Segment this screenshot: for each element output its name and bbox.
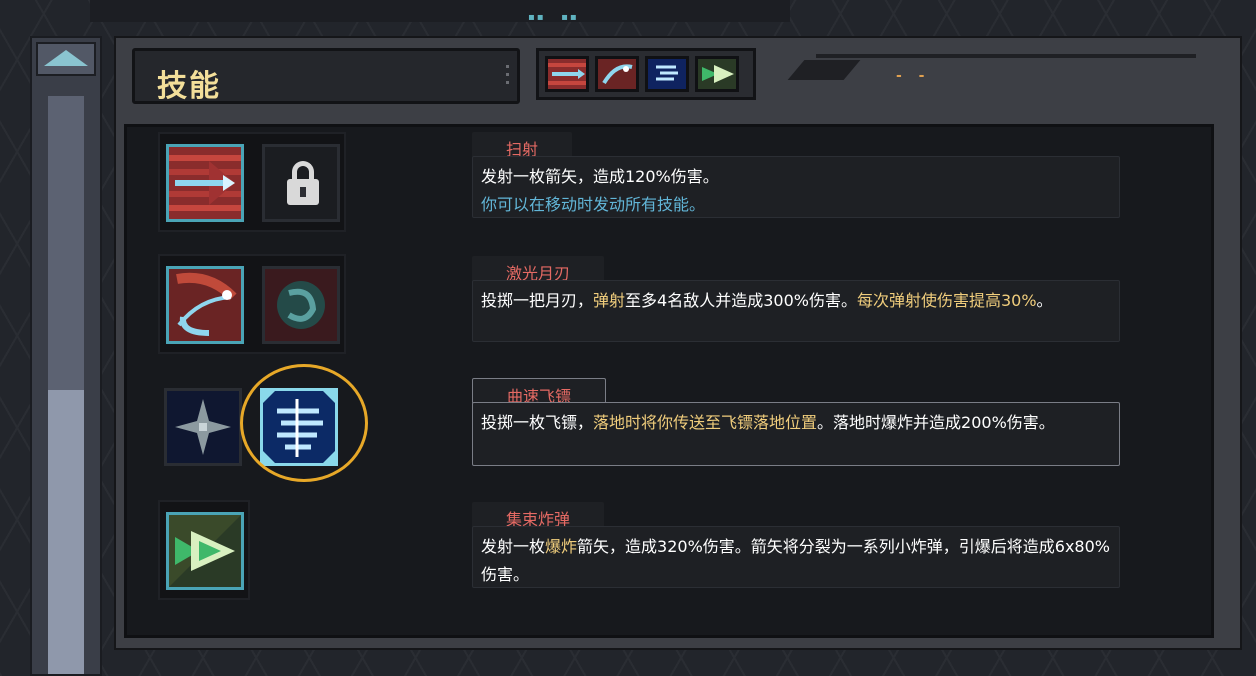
triangle-up-icon bbox=[44, 50, 88, 66]
cluster-bomb-icon bbox=[698, 59, 736, 89]
skill-variants-2 bbox=[158, 254, 346, 354]
skill-name-4: 集束炸弹 bbox=[472, 502, 605, 529]
vortex-icon bbox=[265, 269, 337, 341]
skill-note-1: 你可以在移动时发动所有技能。 bbox=[481, 195, 706, 214]
arrow-volley-icon bbox=[169, 147, 241, 219]
arrow-volley-icon bbox=[548, 59, 586, 89]
tab-cluster-bomb[interactable] bbox=[695, 56, 739, 92]
skill-desc-text-1: 发射一枚箭矢，造成120%伤害。 你可以在移动时发动所有技能。 bbox=[481, 163, 1111, 219]
skill-desc-2-highlight-2: 每次弹射使伤害提高30% bbox=[856, 291, 1037, 310]
tab-crescent-blade[interactable] bbox=[595, 56, 639, 92]
title-box-dots bbox=[506, 65, 509, 68]
skill-variants-4 bbox=[158, 500, 250, 600]
skill-name-1: 扫射 bbox=[472, 132, 573, 159]
status-dots: ▪▪ ▪▪ bbox=[528, 12, 579, 23]
skill-desc-4-highlight: 爆炸 bbox=[545, 537, 578, 556]
spiral-shuriken-icon bbox=[648, 59, 686, 89]
scroll-thumb[interactable] bbox=[48, 390, 84, 674]
page-title: 技能 bbox=[157, 69, 221, 104]
skill-icon-starburst[interactable] bbox=[164, 388, 242, 466]
top-status-strip: ▪▪ ▪▪ bbox=[90, 0, 790, 23]
vertical-scrollbar[interactable] bbox=[30, 36, 102, 676]
decor-slash bbox=[787, 60, 861, 80]
skill-tab-bar bbox=[536, 48, 756, 100]
skill-desc-4-a: 发射一枚 bbox=[481, 537, 546, 556]
skill-icon-locked[interactable] bbox=[262, 144, 340, 222]
selection-ring bbox=[240, 364, 368, 482]
skill-desc-3: 投掷一枚飞镖，落地时将你传送至飞镖落地位置。落地时爆炸并造成200%伤害。 bbox=[472, 402, 1120, 466]
skill-desc-2: 投掷一把月刃，弹射至多4名敌人并造成300%伤害。每次弹射使伤害提高30%。 bbox=[472, 280, 1120, 342]
skill-desc-2-c: 。 bbox=[1036, 291, 1053, 310]
starburst-icon bbox=[167, 391, 239, 463]
crescent-blade-icon bbox=[169, 269, 241, 341]
tab-arrow-volley[interactable] bbox=[545, 56, 589, 92]
skill-variants-1 bbox=[158, 132, 346, 232]
skill-name-3: 曲速飞镖 bbox=[472, 378, 607, 406]
skill-desc-line-1: 发射一枚箭矢，造成120%伤害。 bbox=[481, 167, 719, 186]
crescent-blade-icon bbox=[598, 59, 636, 89]
header-decoration: - - bbox=[776, 42, 1236, 102]
skill-desc-3-b: 。落地时爆炸并造成200%伤害。 bbox=[817, 413, 1055, 432]
skill-desc-1: 发射一枚箭矢，造成120%伤害。 你可以在移动时发动所有技能。 bbox=[472, 156, 1120, 218]
skill-icon-vortex[interactable] bbox=[262, 266, 340, 344]
skill-desc-text-4: 发射一枚爆炸箭矢，造成320%伤害。箭矢将分裂为一系列小炸弹，引爆后将造成6x8… bbox=[481, 533, 1111, 589]
scroll-up-button[interactable] bbox=[36, 42, 96, 76]
decor-line bbox=[816, 54, 1196, 58]
skill-desc-3-a: 投掷一枚飞镖， bbox=[481, 413, 594, 432]
tab-spiral-shuriken[interactable] bbox=[645, 56, 689, 92]
skill-desc-2-a: 投掷一把月刃， bbox=[481, 291, 594, 310]
skill-icon-arrow-volley[interactable] bbox=[166, 144, 244, 222]
skill-icon-cluster-bomb[interactable] bbox=[166, 512, 244, 590]
skill-desc-4: 发射一枚爆炸箭矢，造成320%伤害。箭矢将分裂为一系列小炸弹，引爆后将造成6x8… bbox=[472, 526, 1120, 588]
skill-icon-crescent-blade[interactable] bbox=[166, 266, 244, 344]
skill-desc-2-highlight: 弹射 bbox=[593, 291, 626, 310]
skill-desc-2-b: 至多4名敌人并造成300%伤害。 bbox=[625, 291, 857, 310]
cluster-bomb-icon bbox=[169, 515, 241, 587]
panel-title-box: 技能 bbox=[132, 48, 520, 104]
skill-desc-text-2: 投掷一把月刃，弹射至多4名敌人并造成300%伤害。每次弹射使伤害提高30%。 bbox=[481, 287, 1111, 315]
lock-icon-keyhole bbox=[300, 187, 306, 197]
skill-name-2: 激光月刃 bbox=[472, 256, 605, 283]
skill-desc-text-3: 投掷一枚飞镖，落地时将你传送至飞镖落地位置。落地时爆炸并造成200%伤害。 bbox=[481, 409, 1111, 437]
decor-dots: - - bbox=[896, 68, 931, 84]
skill-desc-3-highlight: 落地时将你传送至飞镖落地位置 bbox=[593, 413, 818, 432]
